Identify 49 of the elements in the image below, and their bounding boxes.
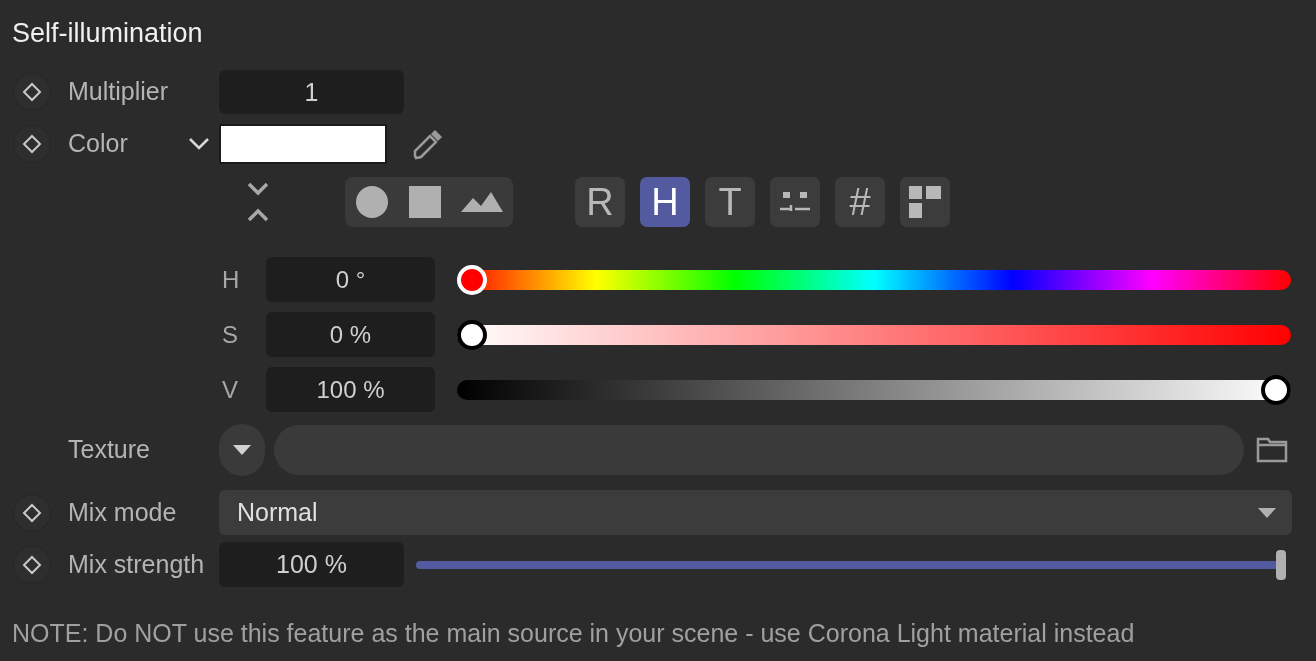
texture-dropdown-button[interactable] xyxy=(219,424,265,476)
square-icon xyxy=(409,186,441,218)
mode-button[interactable]: # xyxy=(835,177,885,227)
keyframe-button[interactable] xyxy=(13,73,51,111)
channel-slider[interactable] xyxy=(457,374,1291,405)
mountains-icon xyxy=(461,192,503,212)
caret-icon xyxy=(233,445,251,455)
channel-field[interactable]: 100 % xyxy=(266,367,435,412)
diamond-icon xyxy=(22,82,42,102)
keyframe-button[interactable] xyxy=(13,493,51,532)
multiplier-field[interactable]: 1 xyxy=(219,70,404,114)
mix-strength-field[interactable]: 100 % xyxy=(219,542,404,587)
mode-button[interactable]: H xyxy=(640,177,690,227)
parameter-label: Color xyxy=(67,128,129,160)
channel-label: H xyxy=(222,264,241,295)
channel-label: V xyxy=(222,374,239,405)
collapse-icon[interactable] xyxy=(246,180,270,224)
channel-field[interactable]: 0 % xyxy=(266,312,435,357)
note-text: NOTE: Do NOT use this feature as the main source in your scene - use Corona Light material instead xyxy=(12,618,1135,649)
channel-slider[interactable] xyxy=(457,264,1291,295)
swatches-icon xyxy=(909,186,941,218)
caret-icon xyxy=(1258,507,1276,518)
mix-mode-dropdown[interactable]: Normal xyxy=(219,490,1292,535)
keyframe-button[interactable] xyxy=(13,545,51,584)
parameter-label: Mix mode xyxy=(67,496,178,528)
mix-strength-slider[interactable] xyxy=(416,549,1286,580)
folder-icon[interactable] xyxy=(1256,437,1288,463)
parameter-label: Multiplier xyxy=(67,76,170,108)
mode-button[interactable] xyxy=(770,177,820,227)
slider-thumb[interactable] xyxy=(1261,374,1291,405)
mode-button[interactable] xyxy=(900,177,950,227)
color-swatch[interactable] xyxy=(219,124,387,164)
chevron-down-icon[interactable] xyxy=(188,137,210,151)
slider-handle[interactable] xyxy=(1276,549,1286,580)
parameter-label: Texture xyxy=(67,434,151,466)
slider-thumb[interactable] xyxy=(457,319,487,350)
diamond-icon xyxy=(22,134,42,154)
mode-button[interactable]: R xyxy=(575,177,625,227)
channel-label: S xyxy=(222,319,239,350)
mode-button[interactable]: T xyxy=(705,177,755,227)
parameter-label: Mix strength xyxy=(67,548,206,580)
keyframe-button[interactable] xyxy=(13,125,51,163)
diamond-icon xyxy=(22,502,42,523)
shape-selector[interactable] xyxy=(345,177,513,227)
section-title: Self-illumination xyxy=(12,17,203,50)
diamond-icon xyxy=(22,554,42,575)
circle-icon xyxy=(355,185,389,219)
channel-field[interactable]: 0 ° xyxy=(266,257,435,302)
channel-slider[interactable] xyxy=(457,319,1291,350)
